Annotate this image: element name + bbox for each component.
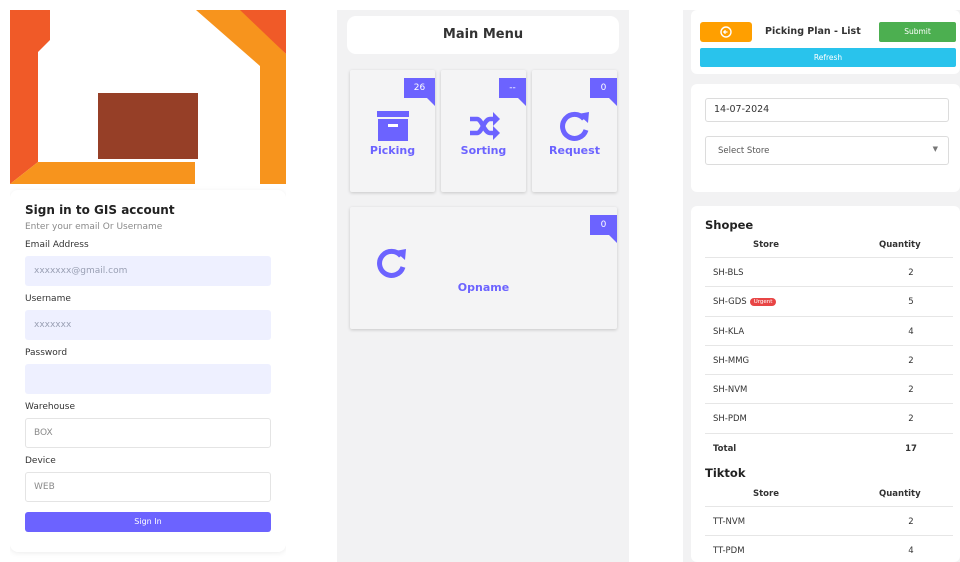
- username-label: Username: [25, 294, 71, 304]
- store-quantity: 2: [908, 355, 914, 366]
- archive-box-icon: [377, 111, 409, 141]
- store-name-cell: SH-GDS Urgent: [713, 297, 777, 308]
- main-menu-title: Main Menu: [347, 16, 619, 54]
- circle-arrow-left-icon: [720, 26, 732, 38]
- store-name: TT-PDM: [713, 546, 745, 557]
- email-field[interactable]: xxxxxxx@gmail.com: [25, 256, 271, 286]
- store-select-placeholder: Select Store: [718, 146, 770, 156]
- picking-plan-screen: Picking Plan - List Submit Refresh 14-07…: [683, 10, 960, 562]
- urgent-badge: Urgent: [749, 298, 777, 307]
- login-title: Sign in to GIS account: [25, 203, 175, 217]
- store-name: SH-PDM: [713, 414, 747, 425]
- table-row: SH-PDM 2: [705, 404, 953, 434]
- total-label: Total: [713, 443, 737, 454]
- picking-plan-header: Picking Plan - List Submit Refresh: [691, 10, 960, 74]
- table-row: SH-MMG 2: [705, 346, 953, 376]
- password-field[interactable]: [25, 364, 271, 394]
- store-quantity: 4: [908, 326, 914, 337]
- tiktok-table: Store Quantity TT-NVM 2 TT-PDM 4: [705, 485, 953, 562]
- page-title: Picking Plan - List: [765, 26, 861, 37]
- quantity-column-header: Quantity: [879, 240, 921, 250]
- total-row: Total 17: [705, 434, 953, 463]
- submit-button[interactable]: Submit: [879, 22, 956, 42]
- tile-sorting[interactable]: -- Sorting: [441, 70, 526, 192]
- warehouse-field[interactable]: BOX: [25, 418, 271, 448]
- warehouse-label: Warehouse: [25, 402, 76, 412]
- store-quantity: 2: [908, 385, 914, 396]
- table-row: SH-NVM 2: [705, 375, 953, 405]
- group-title-tiktok: Tiktok: [705, 466, 746, 480]
- table-header: Store Quantity: [705, 236, 953, 258]
- date-input[interactable]: 14-07-2024: [705, 98, 949, 122]
- tile-request[interactable]: 0 Request: [532, 70, 617, 192]
- back-button[interactable]: [700, 22, 752, 42]
- refresh-button[interactable]: Refresh: [700, 48, 956, 67]
- refresh-icon: [377, 248, 406, 278]
- tile-opname[interactable]: 0 Opname: [350, 207, 617, 329]
- store-name: SH-GDS: [713, 297, 747, 308]
- store-select[interactable]: Select Store ▼: [705, 136, 949, 165]
- store-column-header: Store: [753, 240, 779, 250]
- store-name: TT-NVM: [713, 517, 746, 527]
- filter-card: 14-07-2024 Select Store ▼: [691, 84, 960, 192]
- total-quantity: 17: [905, 443, 917, 454]
- username-field[interactable]: xxxxxxx: [25, 310, 271, 340]
- device-label: Device: [25, 456, 56, 466]
- table-header: Store Quantity: [705, 485, 953, 507]
- store-quantity: 4: [908, 546, 914, 557]
- password-label: Password: [25, 348, 68, 358]
- quantity-column-header: Quantity: [879, 489, 921, 499]
- main-menu-screen: Main Menu 26 Picking -- Sorting 0 Reques…: [337, 10, 629, 562]
- store-list-card: Shopee Store Quantity SH-BLS 2 SH-GDS Urg…: [691, 206, 960, 562]
- request-count-badge: 0: [590, 78, 617, 106]
- store-name: SH-KLA: [713, 326, 745, 337]
- login-subtitle: Enter your email Or Username: [25, 222, 163, 232]
- store-quantity: 2: [908, 517, 914, 527]
- email-label: Email Address: [25, 240, 89, 250]
- table-row: TT-PDM 4: [705, 536, 953, 562]
- table-row: SH-BLS 2: [705, 258, 953, 288]
- picking-label: Picking: [369, 144, 416, 157]
- chevron-down-icon: ▼: [932, 145, 938, 153]
- store-name: SH-NVM: [713, 385, 748, 396]
- shopee-table: Store Quantity SH-BLS 2 SH-GDS Urgent 5 S…: [705, 236, 953, 463]
- sorting-count-badge: --: [499, 78, 526, 106]
- sorting-label: Sorting: [460, 144, 507, 157]
- table-row: SH-GDS Urgent 5: [705, 287, 953, 317]
- sign-in-button[interactable]: Sign In: [25, 512, 271, 532]
- picking-count-badge: 26: [404, 78, 435, 106]
- table-row: TT-NVM 2: [705, 507, 953, 537]
- company-logo: [10, 10, 286, 184]
- store-name: SH-BLS: [713, 268, 744, 278]
- tile-picking[interactable]: 26 Picking: [350, 70, 435, 192]
- request-label: Request: [549, 144, 600, 157]
- store-quantity: 5: [908, 297, 914, 308]
- opname-label: Opname: [457, 281, 510, 294]
- login-card: Sign in to GIS account Enter your email …: [10, 190, 286, 552]
- store-name: SH-MMG: [713, 355, 750, 366]
- shuffle-icon: [470, 112, 500, 140]
- store-column-header: Store: [753, 489, 779, 499]
- refresh-icon: [560, 111, 589, 141]
- table-row: SH-KLA 4: [705, 317, 953, 346]
- opname-count-badge: 0: [590, 215, 617, 243]
- group-title-shopee: Shopee: [705, 218, 754, 232]
- device-field[interactable]: WEB: [25, 472, 271, 502]
- store-quantity: 2: [908, 414, 914, 425]
- login-screen: Sign in to GIS account Enter your email …: [10, 10, 286, 562]
- store-quantity: 2: [908, 268, 914, 278]
